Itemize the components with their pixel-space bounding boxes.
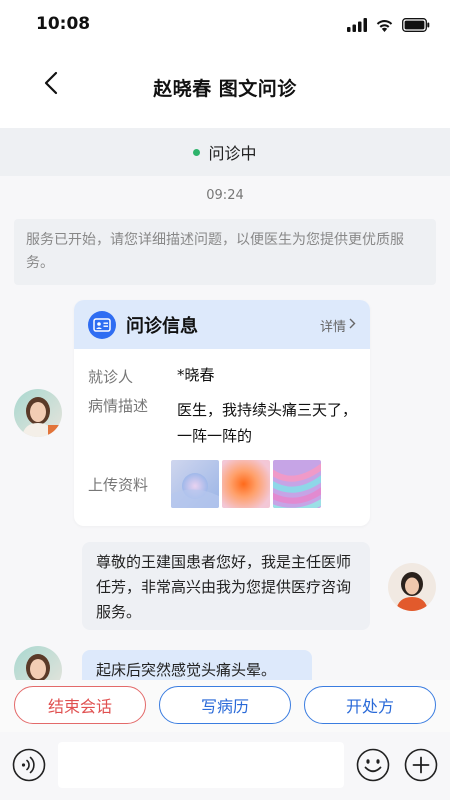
card-detail-label: 详情 bbox=[319, 320, 346, 335]
page-title: 赵晓春 图文问诊 bbox=[153, 78, 297, 100]
nav-bar: 赵晓春 图文问诊 bbox=[0, 50, 450, 128]
condition-label: 病情描述 bbox=[88, 397, 149, 415]
status-icons bbox=[347, 17, 430, 36]
patient-avatar[interactable] bbox=[14, 389, 62, 437]
upload-thumbnail[interactable] bbox=[171, 460, 219, 508]
doctor-message-bubble: 尊敬的王建国患者您好，我是主任医师任芳，非常高兴由我为您提供医疗咨询服务。 bbox=[82, 542, 370, 630]
system-message: 服务已开始，请您详细描述问题，以便医生为您提供更优质服务。 bbox=[14, 219, 436, 285]
action-bar: 结束会话 写病历 开处方 bbox=[0, 680, 450, 732]
id-card-icon bbox=[88, 310, 116, 339]
prescribe-button[interactable]: 开处方 bbox=[304, 686, 436, 724]
end-session-button[interactable]: 结束会话 bbox=[14, 686, 146, 724]
consult-status-banner: 问诊中 bbox=[0, 128, 450, 176]
upload-thumbnail[interactable] bbox=[273, 460, 321, 508]
chat-timestamp: 09:24 bbox=[206, 188, 244, 203]
battery-icon bbox=[402, 17, 430, 36]
card-title: 问诊信息 bbox=[126, 315, 198, 337]
card-detail-link[interactable]: 详情 bbox=[320, 316, 356, 335]
input-bar bbox=[0, 732, 450, 800]
signal-icon bbox=[347, 17, 367, 36]
patient-value: *晓春 bbox=[177, 366, 215, 384]
write-record-button[interactable]: 写病历 bbox=[159, 686, 291, 724]
doctor-avatar[interactable] bbox=[388, 563, 436, 611]
patient-label: 就诊人 bbox=[88, 368, 134, 386]
plus-icon[interactable] bbox=[404, 748, 438, 782]
status-dot bbox=[193, 148, 201, 156]
status-time: 10:08 bbox=[36, 14, 91, 34]
wifi-icon bbox=[375, 17, 394, 36]
card-header: 问诊信息 详情 bbox=[74, 300, 370, 349]
voice-icon[interactable] bbox=[12, 748, 46, 782]
consult-status-label: 问诊中 bbox=[208, 144, 257, 163]
uploads-label: 上传资料 bbox=[88, 476, 149, 494]
message-input[interactable] bbox=[58, 742, 344, 788]
chevron-right-icon bbox=[349, 318, 356, 333]
upload-thumbnail[interactable] bbox=[222, 460, 270, 508]
consult-info-card[interactable]: 问诊信息 详情 就诊人 *晓春 病情描述 医生，我持续头痛三天了，一阵一阵的 上… bbox=[74, 300, 370, 526]
condition-value: 医生，我持续头痛三天了，一阵一阵的 bbox=[177, 401, 358, 445]
status-bar: 10:08 bbox=[0, 0, 450, 50]
emoji-icon[interactable] bbox=[356, 748, 390, 782]
